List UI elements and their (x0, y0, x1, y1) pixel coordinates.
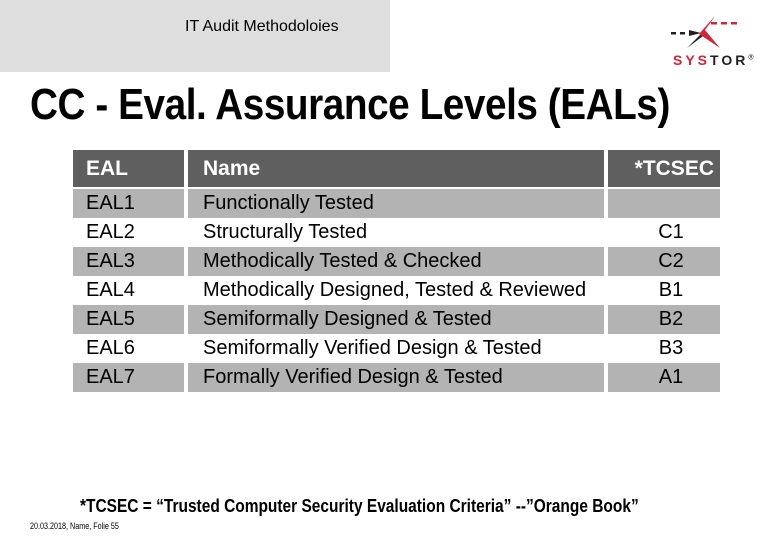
cell-name: Structurally Tested (203, 221, 368, 243)
cell-eal: EAL3 (73, 247, 184, 276)
cell-eal: EAL2 (86, 221, 135, 243)
cell-tcsec: B1 (658, 279, 684, 301)
cell-name: Methodically Tested & Checked (188, 247, 604, 276)
cell-eal: EAL1 (73, 189, 184, 218)
cell-tcsec: A1 (608, 363, 720, 392)
logo-swoosh-red (699, 16, 720, 48)
tcsec-footnote: *TCSEC = “Trusted Computer Security Eval… (80, 496, 639, 516)
cell-tcsec: B3 (658, 337, 684, 359)
cell-name: Functionally Tested (188, 189, 604, 218)
cell-tcsec: C1 (658, 221, 684, 243)
cell-tcsec (608, 189, 720, 218)
table-row: EAL3 Methodically Tested & Checked C2 (73, 247, 720, 276)
cell-eal: EAL5 (73, 305, 184, 334)
table-row: EAL5 Semiformally Designed & Tested B2 (73, 305, 720, 334)
logo-text-dark: TOR (710, 52, 749, 68)
table-row: EAL7 Formally Verified Design & Tested A… (73, 363, 720, 392)
logo-text-red: SYS (673, 52, 711, 68)
logo-dashes-red (711, 22, 737, 25)
cell-name: Methodically Designed, Tested & Reviewed (203, 279, 587, 301)
header-band (0, 0, 390, 72)
logo-wordmark: SYSTOR® (673, 52, 754, 68)
cell-eal: EAL7 (73, 363, 184, 392)
cell-eal: EAL6 (86, 337, 135, 359)
cell-name: Formally Verified Design & Tested (188, 363, 604, 392)
slide-title: CC - Eval. Assurance Levels (EALs) (30, 80, 670, 129)
slide-footer: 20.03.2018, Name, Folie 55 (30, 521, 119, 531)
header-eal: EAL (73, 150, 184, 187)
cell-name: Semiformally Verified Design & Tested (203, 337, 542, 359)
logo-dashes-dark (671, 32, 685, 35)
header-tcsec: *TCSEC (608, 150, 720, 187)
table-row: EAL6 Semiformally Verified Design & Test… (73, 334, 720, 363)
cell-tcsec: B2 (608, 305, 720, 334)
header-name: Name (188, 150, 604, 187)
table-row: EAL1 Functionally Tested (73, 189, 720, 218)
cell-tcsec: C2 (608, 247, 720, 276)
header-title-text: IT Audit Methodoloies (185, 18, 339, 35)
cell-name: Semiformally Designed & Tested (188, 305, 604, 334)
table-row: EAL2 Structurally Tested C1 (73, 218, 720, 247)
table-header-row: EAL Name *TCSEC (73, 150, 720, 187)
eal-table: EAL Name *TCSEC EAL1 Functionally Tested… (73, 150, 720, 392)
cell-eal: EAL4 (86, 279, 135, 301)
table-row: EAL4 Methodically Designed, Tested & Rev… (73, 276, 720, 305)
registered-mark: ® (748, 54, 754, 62)
